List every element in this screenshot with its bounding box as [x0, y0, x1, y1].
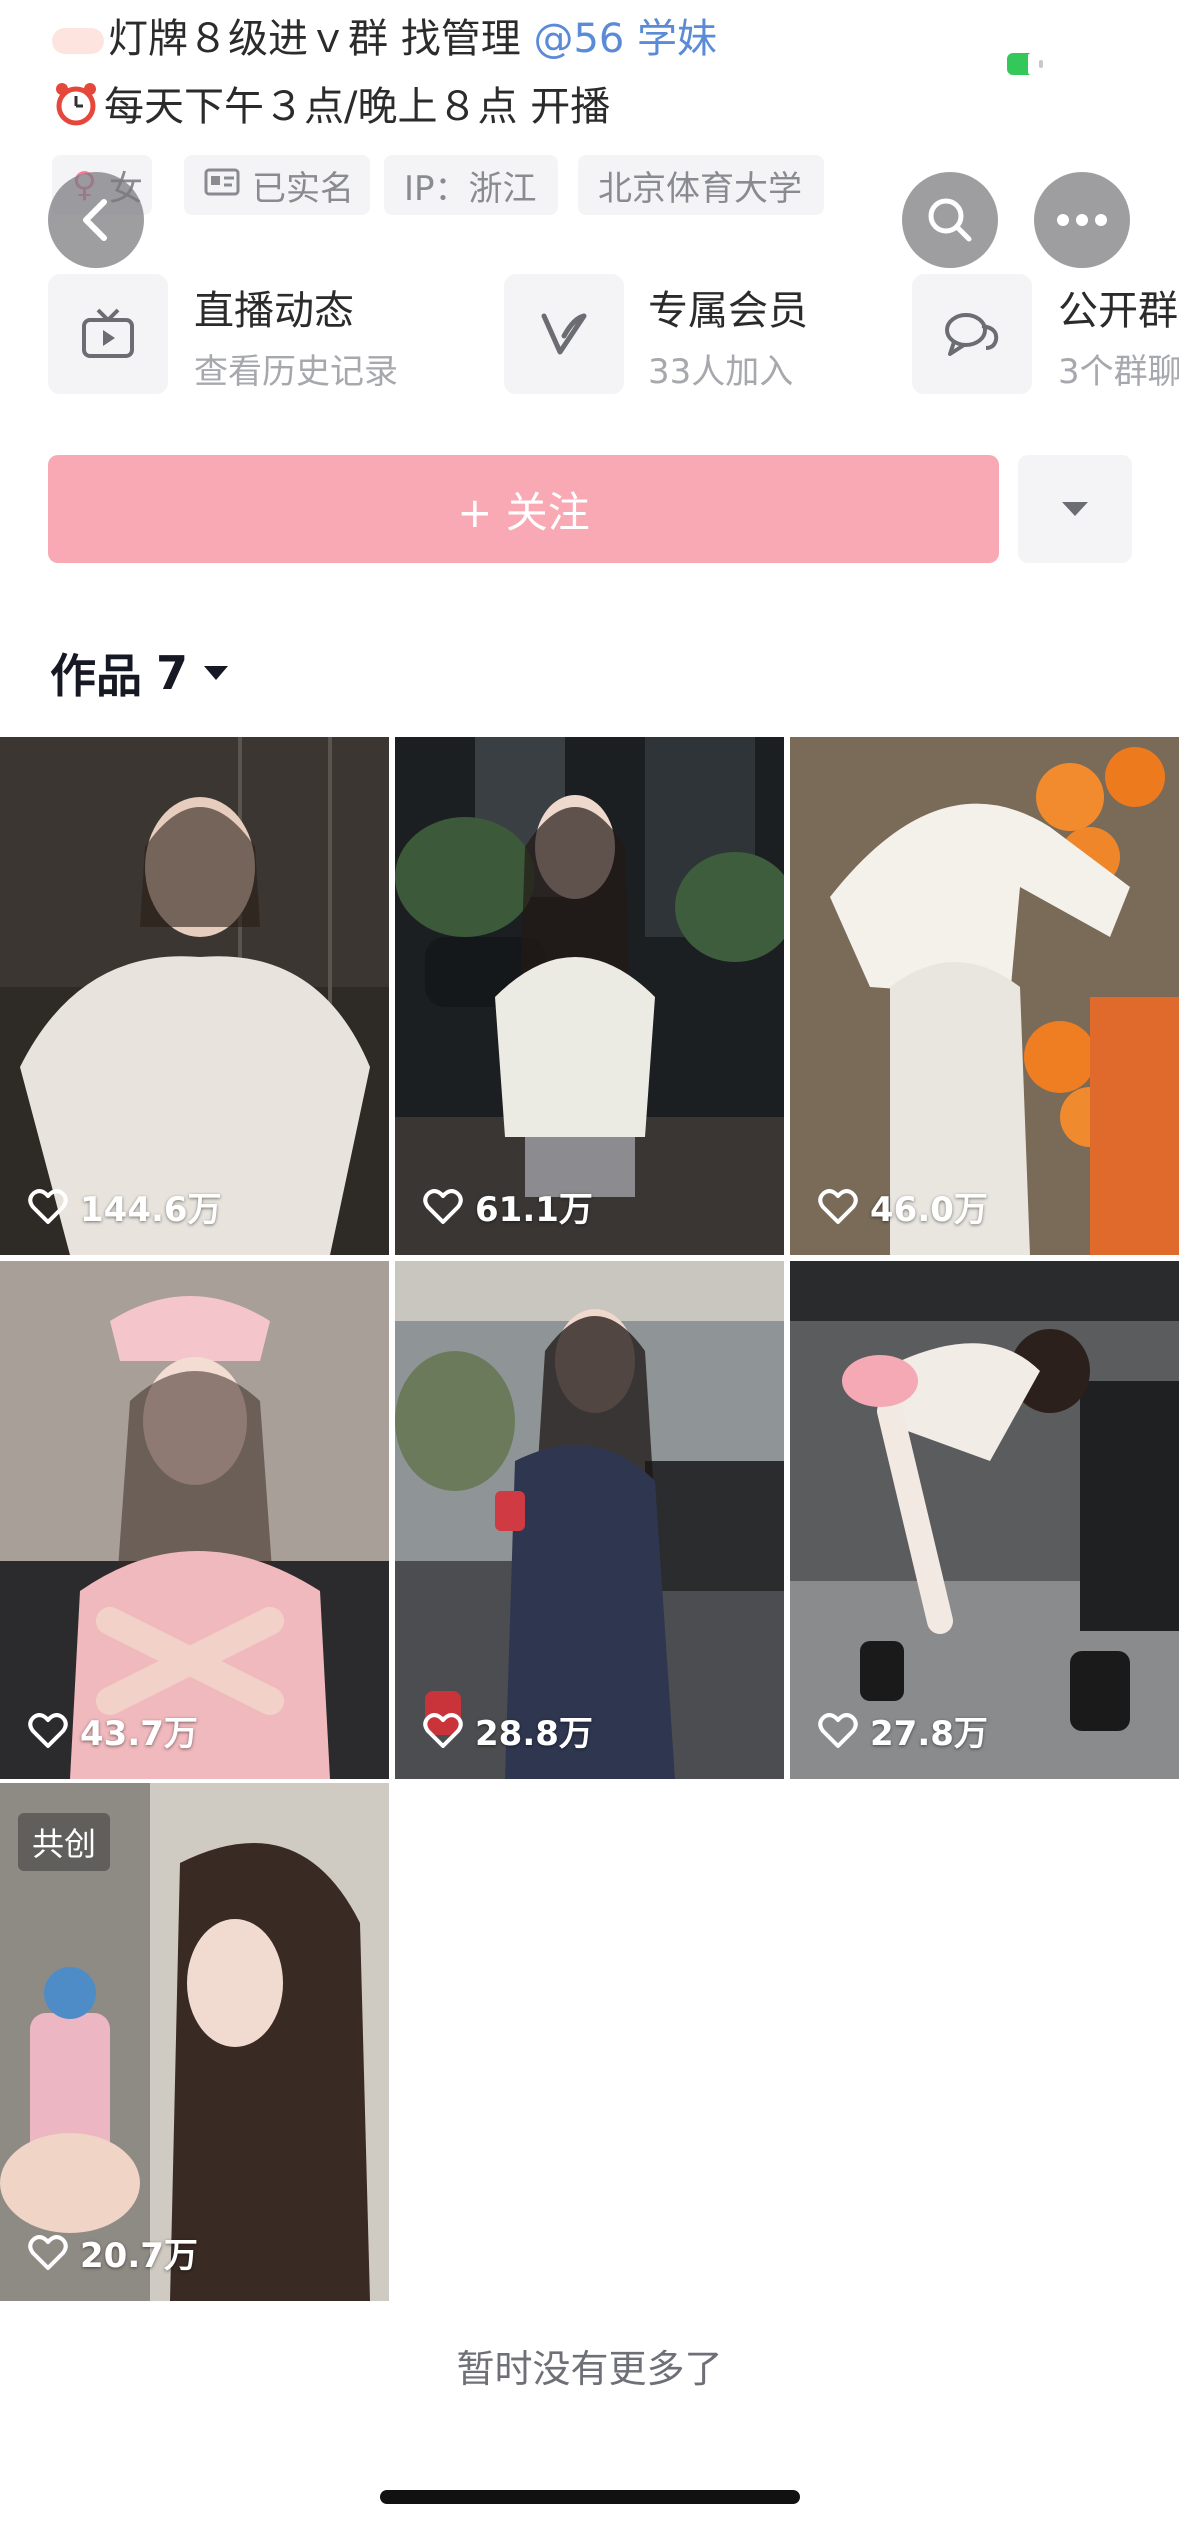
- search-icon: [928, 198, 972, 242]
- live-schedule-text: 每天下午３点/晚上８点 开播: [104, 84, 611, 130]
- video-tile[interactable]: 61.1万: [395, 737, 784, 1255]
- follow-button[interactable]: + 关注: [48, 455, 999, 563]
- search-button[interactable]: [902, 172, 998, 268]
- video-tile[interactable]: 28.8万: [395, 1261, 784, 1779]
- caret-down-icon: [1062, 502, 1088, 516]
- heart-icon: [423, 1712, 463, 1748]
- recommend-dropdown-button[interactable]: [1018, 455, 1132, 563]
- feature-title: 直播动态: [194, 288, 354, 334]
- like-count-text: 61.1万: [475, 1190, 593, 1230]
- home-indicator[interactable]: [380, 2490, 800, 2504]
- like-count: 20.7万: [28, 2228, 198, 2277]
- like-count-text: 46.0万: [870, 1190, 988, 1230]
- feature-subtitle: 查看历史记录: [194, 352, 398, 392]
- like-count: 28.8万: [423, 1706, 593, 1755]
- chat-icon: [912, 274, 1032, 394]
- video-tile[interactable]: 46.0万: [790, 737, 1179, 1255]
- more-dots-icon: [1057, 214, 1107, 226]
- works-label: 作品: [50, 649, 142, 703]
- video-tile[interactable]: 共创 20.7万: [0, 1783, 389, 2301]
- id-card-icon: [204, 165, 240, 205]
- video-tile[interactable]: 27.8万: [790, 1261, 1179, 1779]
- battery-icon: [1006, 52, 1046, 76]
- video-thumbnail: [0, 737, 389, 1255]
- video-thumbnail: [790, 1261, 1179, 1779]
- like-count-text: 144.6万: [80, 1190, 222, 1230]
- heart-icon: [818, 1188, 858, 1224]
- like-count: 43.7万: [28, 1706, 198, 1755]
- caret-down-icon: [204, 666, 229, 680]
- like-count-text: 27.8万: [870, 1714, 988, 1754]
- heart-icon: [28, 1712, 68, 1748]
- back-button[interactable]: [48, 172, 144, 268]
- v-icon: [504, 274, 624, 394]
- like-count: 61.1万: [423, 1182, 593, 1231]
- video-tile[interactable]: 144.6万: [0, 737, 389, 1255]
- video-thumbnail: [395, 737, 784, 1255]
- nameplate-icon: [52, 28, 104, 54]
- feature-subtitle: 3个群聊: [1058, 352, 1179, 392]
- heart-icon: [423, 1188, 463, 1224]
- heart-icon: [28, 1188, 68, 1224]
- like-count: 27.8万: [818, 1706, 988, 1755]
- tag-verified: 已实名: [184, 155, 370, 215]
- tag-ip-location: IP：浙江: [384, 155, 558, 215]
- co-creation-badge: 共创: [18, 1813, 111, 1871]
- heart-icon: [818, 1712, 858, 1748]
- like-count-text: 20.7万: [80, 2236, 198, 2276]
- feature-subtitle: 33人加入: [648, 352, 794, 392]
- heart-icon: [28, 2234, 68, 2270]
- like-count-text: 43.7万: [80, 1714, 198, 1754]
- tv-icon: [48, 274, 168, 394]
- like-count: 144.6万: [28, 1182, 222, 1231]
- follow-label: + 关注: [457, 487, 590, 537]
- feature-live-history[interactable]: 直播动态 查看历史记录: [48, 274, 498, 399]
- video-thumbnail: [0, 1261, 389, 1779]
- like-count: 46.0万: [818, 1182, 988, 1231]
- like-count-text: 28.8万: [475, 1714, 593, 1754]
- feature-title: 公开群: [1058, 288, 1178, 334]
- bio-text: 灯牌８级进ｖ群 找管理: [108, 16, 521, 62]
- bio-line-2: 每天下午３点/晚上８点 开播: [52, 74, 610, 138]
- works-count: 7: [156, 646, 189, 700]
- mention-link[interactable]: @56 学妹: [533, 16, 717, 62]
- feature-public-groups[interactable]: 公开群 3个群聊: [912, 274, 1179, 399]
- tag-school: 北京体育大学: [578, 155, 824, 215]
- more-options-button[interactable]: [1034, 172, 1130, 268]
- feature-membership[interactable]: 专属会员 33人加入: [504, 274, 904, 399]
- no-more-content-text: 暂时没有更多了: [456, 2347, 723, 2391]
- video-thumbnail: [395, 1261, 784, 1779]
- works-tab[interactable]: 作品 7: [50, 640, 230, 706]
- video-tile[interactable]: 43.7万: [0, 1261, 389, 1779]
- feature-title: 专属会员: [648, 288, 808, 334]
- video-thumbnail: [790, 737, 1179, 1255]
- alarm-clock-icon: [52, 80, 100, 138]
- bio-line-1: 灯牌８级进ｖ群 找管理 @56 学妹: [52, 6, 717, 64]
- back-arrow-icon: [83, 199, 107, 241]
